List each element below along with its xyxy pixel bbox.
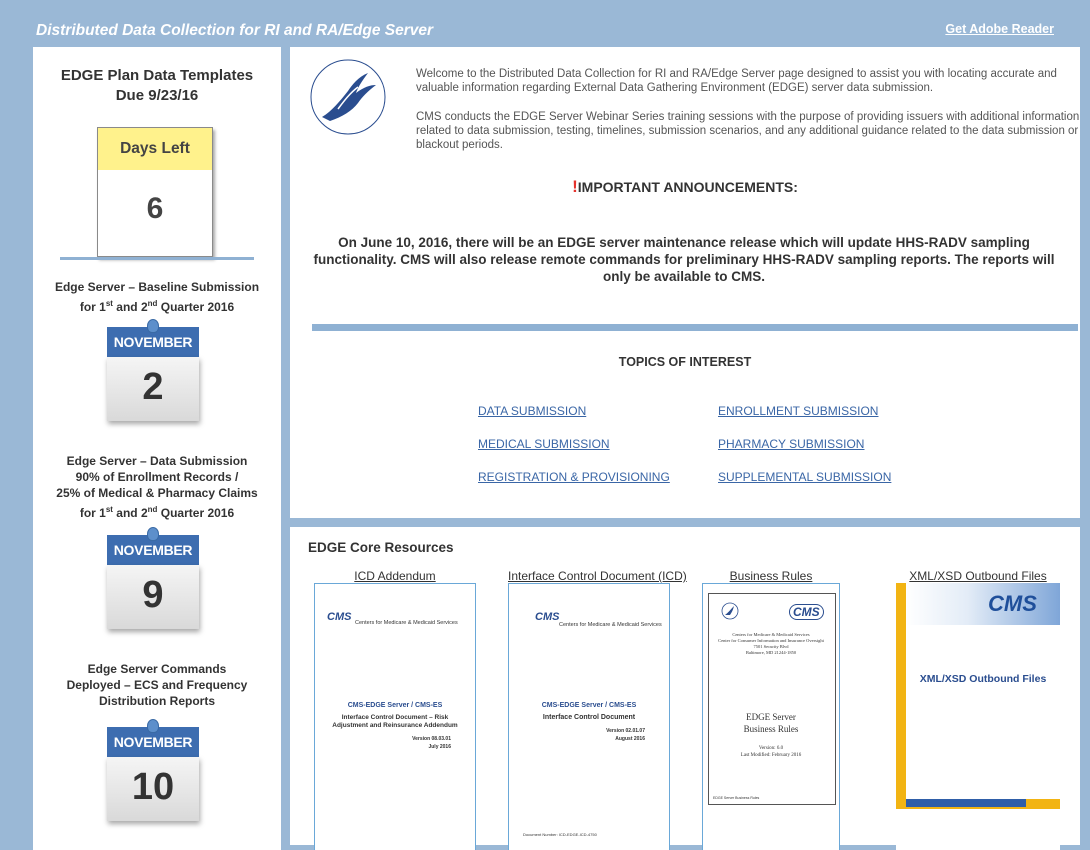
doc-title-1: CMS-EDGE Server / CMS-ES <box>541 702 637 709</box>
get-adobe-reader-link[interactable]: Get Adobe Reader <box>945 22 1054 36</box>
doc-version: Version 08.03.01 <box>412 736 451 742</box>
announcement-text: On June 10, 2016, there will be an EDGE … <box>313 235 1055 284</box>
section-divider <box>312 324 1078 331</box>
resource-thumbnail-business-rules[interactable]: CMS Centers for Medicare & Medicaid Serv… <box>702 583 840 850</box>
event-2-text: for 1 <box>79 506 106 520</box>
event-1-text-post: Quarter 2016 <box>157 300 235 314</box>
event-1-text: for 1 <box>79 300 106 314</box>
doc-title-1: CMS-EDGE Server / CMS-ES <box>347 702 443 709</box>
event-2-text-mid: and 2 <box>112 506 148 520</box>
event-2-line1: Edge Server – Data Submission <box>66 454 248 468</box>
calendar-day: 10 <box>107 757 199 821</box>
pin-icon <box>147 719 159 733</box>
doc-footer-bar <box>906 799 1026 807</box>
doc-version: Version 02.01.07 <box>606 728 645 734</box>
cms-logo-icon: CMS <box>988 591 1037 616</box>
resource-link-xml-xsd[interactable]: XML/XSD Outbound Files <box>896 569 1060 583</box>
pin-icon <box>147 527 159 541</box>
event-2-line4: for 1st and 2nd Quarter 2016 <box>33 502 281 521</box>
cms-logo-icon: CMS <box>789 604 824 620</box>
intro-paragraph-1: Welcome to the Distributed Data Collecti… <box>416 68 1057 94</box>
calendar-icon-event-1: NOVEMBER 2 <box>107 319 199 421</box>
days-left-label: Days Left <box>98 128 212 170</box>
event-3-line3: Distribution Reports <box>99 694 215 708</box>
event-2-text-post: Quarter 2016 <box>157 506 235 520</box>
event-1-sup-st: st <box>105 299 113 308</box>
doc-version: Version: 6.0 <box>758 746 784 751</box>
event-2-sup-st: st <box>105 505 113 514</box>
event-3-line2: Deployed – ECS and Frequency <box>66 678 248 692</box>
resource-link-icd[interactable]: Interface Control Document (ICD) <box>508 569 687 583</box>
hhs-eagle-icon <box>721 602 739 620</box>
doc-title-2: Interface Control Document <box>542 714 636 721</box>
header-bar: Distributed Data Collection for RI and R… <box>0 0 1090 44</box>
doc-org-1: Centers for Medicare & Medicaid Services <box>732 632 810 637</box>
topic-link-registration-provisioning[interactable]: REGISTRATION & PROVISIONING <box>478 470 670 484</box>
doc-date: Last Modified: February 2016 <box>740 753 802 758</box>
doc-date: August 2016 <box>615 736 645 742</box>
announcements-heading: !IMPORTANT ANNOUNCEMENTS: <box>290 177 1080 197</box>
topic-link-enrollment-submission[interactable]: ENROLLMENT SUBMISSION <box>718 404 878 418</box>
templates-title: EDGE Plan Data Templates <box>60 67 254 84</box>
intro-paragraph-2: CMS conducts the EDGE Server Webinar Ser… <box>416 111 1080 151</box>
sidebar-divider <box>60 257 254 260</box>
resource-link-business-rules[interactable]: Business Rules <box>702 569 840 583</box>
doc-title-2: Business Rules <box>743 724 799 734</box>
resource-thumbnail-icd-addendum[interactable]: CMS Centers for Medicare & Medicaid Serv… <box>314 583 476 850</box>
event-1-text-mid: and 2 <box>112 300 148 314</box>
doc-org-4: Baltimore, MD 21244-1850 <box>745 650 797 655</box>
sidebar: EDGE Plan Data Templates Due 9/23/16 Day… <box>33 47 281 850</box>
event-2-sup-nd: nd <box>147 505 158 514</box>
page-title: Distributed Data Collection for RI and R… <box>36 22 434 39</box>
doc-title-3: Adjustment and Reinsurance Addendum <box>332 722 458 729</box>
event-1-line1: Edge Server – Baseline Submission <box>54 280 260 294</box>
doc-number: Document Number: ICD-EDGE-ICD-4750 <box>523 832 597 837</box>
resource-link-icd-addendum[interactable]: ICD Addendum <box>314 569 476 583</box>
core-resources-title: EDGE Core Resources <box>308 540 454 555</box>
doc-title-1: EDGE Server <box>746 712 796 722</box>
doc-org: Centers for Medicare & Medicaid Services <box>355 620 458 626</box>
event-2-line3: 25% of Medical & Pharmacy Claims <box>56 486 258 500</box>
resource-thumbnail-icd[interactable]: CMS Centers for Medicare & Medicaid Serv… <box>508 583 670 850</box>
pin-icon <box>147 319 159 333</box>
topic-link-medical-submission[interactable]: MEDICAL SUBMISSION <box>478 437 610 451</box>
templates-due-date: Due 9/23/16 <box>115 87 199 104</box>
announcements-title-text: IMPORTANT ANNOUNCEMENTS: <box>577 179 798 195</box>
event-1-sup-nd: nd <box>147 299 158 308</box>
calendar-day: 9 <box>107 565 199 629</box>
topic-link-data-submission[interactable]: DATA SUBMISSION <box>478 404 586 418</box>
main-panel: Welcome to the Distributed Data Collecti… <box>290 47 1080 518</box>
event-2-line2: 90% of Enrollment Records / <box>75 470 239 484</box>
days-left-value: 6 <box>146 192 164 225</box>
hhs-eagle-logo-icon <box>310 59 386 135</box>
doc-title-2: Interface Control Document – Risk <box>341 714 449 721</box>
days-left-card: Days Left 6 <box>97 127 213 257</box>
doc-page-border <box>708 593 836 805</box>
doc-org-3: 7501 Security Blvd <box>753 644 789 649</box>
doc-org: Centers for Medicare & Medicaid Services <box>559 622 662 628</box>
event-3-line1: Edge Server Commands <box>87 662 227 676</box>
topics-heading: TOPICS OF INTEREST <box>618 355 752 369</box>
doc-title: XML/XSD Outbound Files <box>919 673 1047 685</box>
doc-date: July 2016 <box>428 744 451 750</box>
doc-org-2: Center for Consumer Information and Insu… <box>718 638 824 643</box>
resource-thumbnail-xml-xsd[interactable]: CMS XML/XSD Outbound Files <box>896 583 1060 850</box>
calendar-day: 2 <box>107 357 199 421</box>
topic-link-pharmacy-submission[interactable]: PHARMACY SUBMISSION <box>718 437 864 451</box>
topic-link-supplemental-submission[interactable]: SUPPLEMENTAL SUBMISSION <box>718 470 891 484</box>
calendar-icon-event-3: NOVEMBER 10 <box>107 719 199 821</box>
calendar-icon-event-2: NOVEMBER 9 <box>107 527 199 629</box>
core-resources-panel: EDGE Core Resources ICD Addendum CMS Cen… <box>290 527 1080 850</box>
event-1-line2: for 1st and 2nd Quarter 2016 <box>33 296 281 315</box>
doc-footer: EDGE Server Business Rules <box>713 796 760 800</box>
